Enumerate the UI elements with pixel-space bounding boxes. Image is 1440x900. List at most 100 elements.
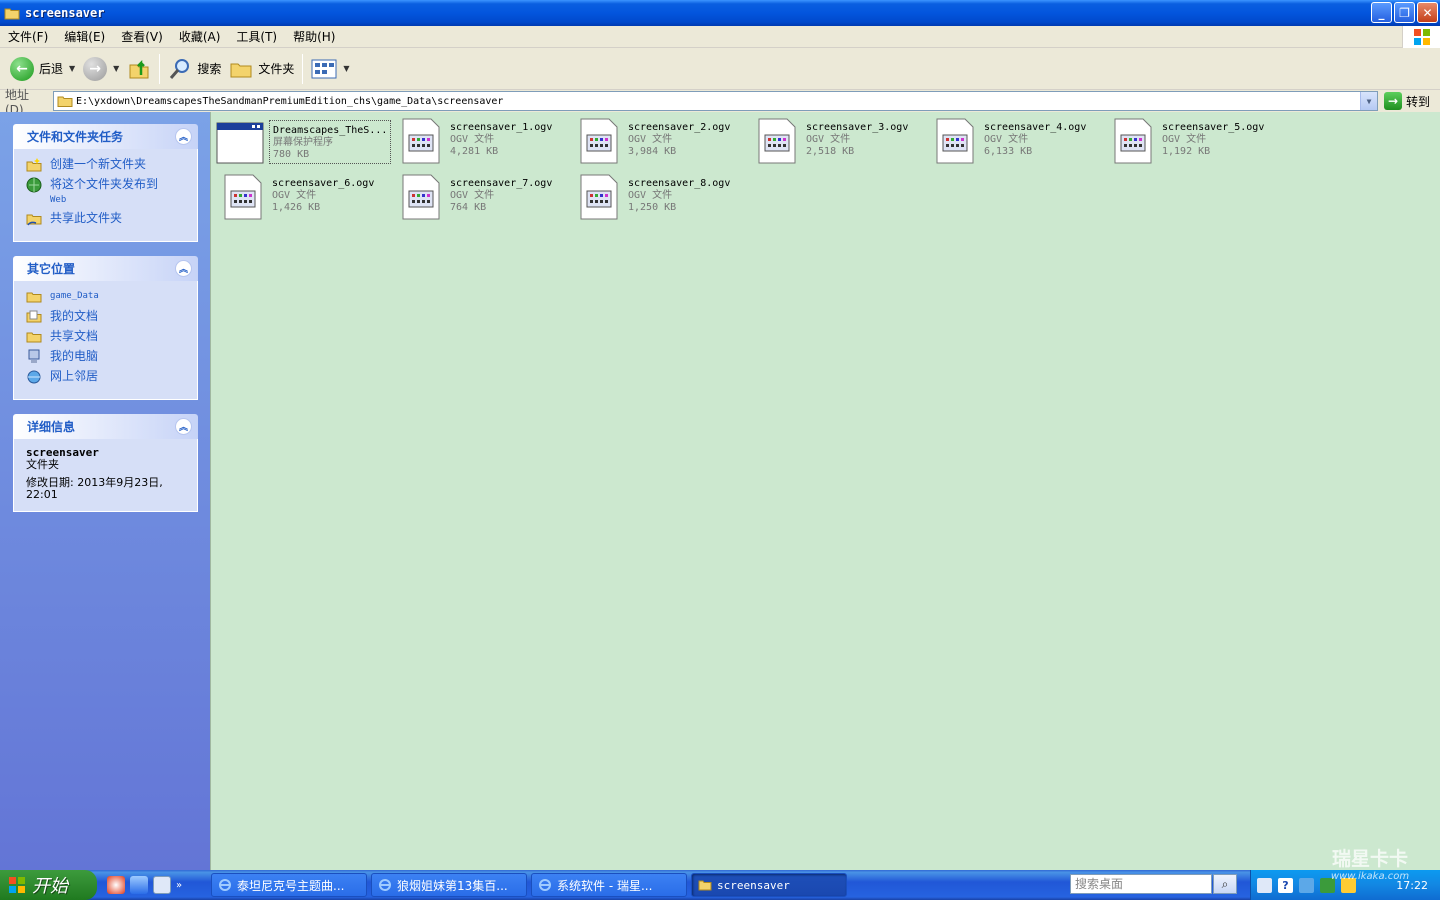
place-label: 我的电脑 xyxy=(50,349,99,363)
quick-launch: » xyxy=(107,876,207,894)
my-documents-icon xyxy=(26,310,42,323)
file-item[interactable]: screensaver_6.ogv OGV 文件 1,426 KB xyxy=(219,173,394,225)
go-button[interactable]: → 转到 xyxy=(1384,90,1430,112)
place-network[interactable]: 网上邻居 xyxy=(26,369,189,385)
file-size: 1,250 KB xyxy=(628,202,677,213)
views-icon xyxy=(311,59,337,78)
file-tasks-header[interactable]: 文件和文件夹任务 ︽ xyxy=(13,124,198,149)
ie-icon xyxy=(219,879,231,891)
publish-web-task[interactable]: 将这个文件夹发布到 Web xyxy=(26,177,189,207)
search-icon xyxy=(170,58,190,79)
new-folder-task[interactable]: 创建一个新文件夹 xyxy=(26,157,189,173)
details-header[interactable]: 详细信息 ︽ xyxy=(13,414,198,439)
place-my-documents[interactable]: 我的文档 xyxy=(26,309,189,325)
file-item[interactable]: screensaver_5.ogv OGV 文件 1,192 KB xyxy=(1109,117,1284,169)
file-type: OGV 文件 xyxy=(806,134,851,145)
title-bar[interactable]: screensaver _ ❐ ✕ xyxy=(0,0,1440,26)
restore-button[interactable]: ❐ xyxy=(1394,2,1415,23)
place-game-data[interactable]: game_Data xyxy=(26,289,189,305)
folders-button[interactable]: 文件夹 xyxy=(225,52,298,86)
menu-file[interactable]: 文件(F) xyxy=(0,27,56,47)
panel-title: 详细信息 xyxy=(27,420,76,434)
collapse-chevron-icon[interactable]: ︽ xyxy=(175,260,192,277)
taskbar-item[interactable]: 泰坦尼克号主题曲... xyxy=(211,873,367,897)
file-type: OGV 文件 xyxy=(272,190,317,201)
media-file-icon xyxy=(224,174,262,220)
file-size: 2,518 KB xyxy=(806,146,855,157)
file-name: screensaver_6.ogv xyxy=(272,178,375,189)
windows-flag-icon xyxy=(9,877,25,893)
menu-help[interactable]: 帮助(H) xyxy=(285,27,343,47)
forward-arrow-icon: → xyxy=(83,56,108,81)
menu-view[interactable]: 查看(V) xyxy=(113,27,171,47)
folder-icon xyxy=(57,96,73,107)
other-places-panel: 其它位置 ︽ game_Data 我的文档 共享文档 我的电脑 网上邻居 xyxy=(13,256,198,400)
taskbar-item-label: 系统软件 - 瑞星... xyxy=(557,878,653,893)
share-folder-task[interactable]: 共享此文件夹 xyxy=(26,211,189,227)
place-my-computer[interactable]: 我的电脑 xyxy=(26,349,189,365)
address-dropdown-icon[interactable]: ▼ xyxy=(1360,92,1377,110)
file-name: Dreamscapes_TheS... xyxy=(273,125,388,136)
task-label: 创建一个新文件夹 xyxy=(50,157,147,171)
forward-dropdown-icon[interactable]: ▼ xyxy=(113,64,119,73)
share-folder-icon xyxy=(26,214,42,226)
menu-tools[interactable]: 工具(T) xyxy=(228,27,285,47)
menu-edit[interactable]: 编辑(E) xyxy=(56,27,113,47)
up-folder-button[interactable] xyxy=(123,52,155,86)
task-label: 将这个文件夹发布到 xyxy=(50,177,159,191)
place-label: game_Data xyxy=(50,291,99,301)
back-dropdown-icon[interactable]: ▼ xyxy=(69,64,75,73)
file-size: 4,281 KB xyxy=(450,146,499,157)
show-desktop-icon[interactable] xyxy=(153,876,171,894)
place-label: 共享文档 xyxy=(50,329,99,343)
address-input[interactable]: E:\yxdown\DreamscapesTheSandmanPremiumEd… xyxy=(53,91,1378,111)
collapse-chevron-icon[interactable]: ︽ xyxy=(175,418,192,435)
file-item[interactable]: screensaver_2.ogv OGV 文件 3,984 KB xyxy=(575,117,750,169)
toolbar: ← 后退 ▼ → ▼ 搜索 文件夹 ▼ xyxy=(0,48,1440,90)
new-folder-icon xyxy=(26,158,42,172)
help-icon[interactable]: ? xyxy=(1278,877,1293,893)
file-item[interactable]: screensaver_7.ogv OGV 文件 764 KB xyxy=(397,173,572,225)
file-item[interactable]: screensaver_3.ogv OGV 文件 2,518 KB xyxy=(753,117,928,169)
taskbar-item[interactable]: 系统软件 - 瑞星... xyxy=(531,873,687,897)
network-icon[interactable] xyxy=(1299,877,1314,893)
file-item[interactable]: Dreamscapes_TheS... 屏幕保护程序 780 KB xyxy=(216,120,392,172)
minimize-button[interactable]: _ xyxy=(1371,2,1392,23)
file-item[interactable]: screensaver_1.ogv OGV 文件 4,281 KB xyxy=(397,117,572,169)
media-player-icon[interactable] xyxy=(107,876,125,894)
file-size: 1,426 KB xyxy=(272,202,321,213)
place-shared-documents[interactable]: 共享文档 xyxy=(26,329,189,345)
media-file-icon xyxy=(580,174,618,220)
security-icon[interactable] xyxy=(1320,877,1335,893)
quick-launch-more-icon[interactable]: » xyxy=(176,880,182,891)
windows-logo-icon xyxy=(1402,26,1440,48)
keyboard-icon[interactable] xyxy=(1257,877,1272,893)
file-item[interactable]: screensaver_4.ogv OGV 文件 6,133 KB xyxy=(931,117,1106,169)
clock[interactable]: 17:22 xyxy=(1396,879,1428,892)
file-item[interactable]: screensaver_8.ogv OGV 文件 1,250 KB xyxy=(575,173,750,225)
desktop-search-button[interactable]: ⌕ xyxy=(1213,874,1237,894)
views-button[interactable]: ▼ xyxy=(307,52,353,86)
desktop-search-input[interactable]: 搜索桌面 xyxy=(1070,874,1212,894)
taskbar-item-active[interactable]: screensaver xyxy=(691,873,847,897)
address-path: E:\yxdown\DreamscapesTheSandmanPremiumEd… xyxy=(76,95,504,107)
collapse-chevron-icon[interactable]: ︽ xyxy=(175,128,192,145)
warning-icon[interactable] xyxy=(1341,877,1356,893)
start-button[interactable]: 开始 xyxy=(0,870,97,900)
other-places-header[interactable]: 其它位置 ︽ xyxy=(13,256,198,281)
views-dropdown-icon[interactable]: ▼ xyxy=(343,64,349,73)
close-button[interactable]: ✕ xyxy=(1417,2,1438,23)
network-places-icon xyxy=(27,370,41,384)
back-button[interactable]: ← 后退 ▼ xyxy=(6,52,79,86)
file-name: screensaver_2.ogv xyxy=(628,122,731,133)
ie-icon[interactable] xyxy=(130,876,148,894)
menu-favorites[interactable]: 收藏(A) xyxy=(171,27,229,47)
taskbar-item[interactable]: 狼烟姐妹第13集百... xyxy=(371,873,527,897)
file-size: 6,133 KB xyxy=(984,146,1033,157)
file-name: screensaver_5.ogv xyxy=(1162,122,1265,133)
forward-button[interactable]: → ▼ xyxy=(79,52,123,86)
file-list-view[interactable]: Dreamscapes_TheS... 屏幕保护程序 780 KB screensa… xyxy=(210,112,1440,870)
search-button[interactable]: 搜索 xyxy=(164,52,225,86)
media-file-icon xyxy=(1114,118,1152,164)
back-label: 后退 xyxy=(39,62,64,76)
